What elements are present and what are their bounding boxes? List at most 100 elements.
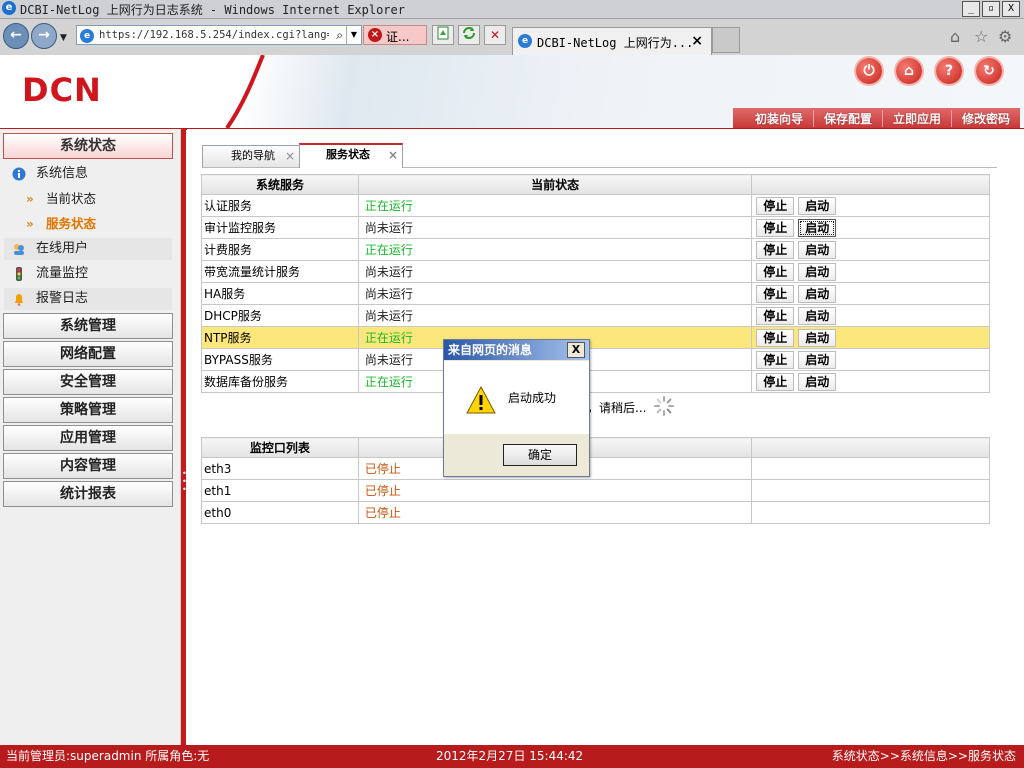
- stop-service-button[interactable]: 停止: [756, 284, 795, 303]
- sidebar-item-traffic-monitor[interactable]: 流量监控: [4, 263, 172, 285]
- arrow-icon: »: [26, 192, 34, 206]
- new-tab-button[interactable]: [712, 27, 740, 53]
- address-dropdown-icon[interactable]: ▼: [346, 26, 361, 44]
- bell-icon: [15, 294, 23, 306]
- sidebar-item-system-info[interactable]: 系统信息: [4, 163, 172, 185]
- minimize-button[interactable]: _: [962, 1, 980, 17]
- sidebar-section-content-management[interactable]: 内容管理: [3, 453, 173, 479]
- certificate-error-button[interactable]: × 证...: [363, 25, 427, 45]
- tab-page-icon: e: [518, 34, 532, 48]
- sidebar-section-security-management[interactable]: 安全管理: [3, 369, 173, 395]
- tab-close-icon[interactable]: ×: [691, 33, 703, 49]
- home-icon[interactable]: ⌂: [896, 58, 922, 84]
- sidebar-item-label: 在线用户: [36, 241, 89, 256]
- sidebar-item-online-users[interactable]: 在线用户: [4, 238, 172, 260]
- maximize-button[interactable]: ▫: [982, 1, 1000, 17]
- dialog-message: 启动成功: [508, 391, 557, 405]
- back-button[interactable]: ←: [3, 23, 29, 49]
- start-service-button[interactable]: 启动: [798, 262, 837, 281]
- stop-service-button[interactable]: 停止: [756, 372, 795, 391]
- service-actions: 停止 启动: [751, 216, 990, 239]
- stop-service-button[interactable]: 停止: [756, 196, 795, 215]
- start-service-button[interactable]: 启动: [798, 306, 837, 325]
- window-titlebar: e DCBI-NetLog 上网行为日志系统 - Windows Interne…: [0, 0, 1024, 19]
- current-admin-text: 当前管理员:superadmin 所属角色:无: [6, 749, 210, 763]
- sidebar-section-statistics-reports[interactable]: 统计报表: [3, 481, 173, 507]
- close-window-button[interactable]: X: [1002, 1, 1020, 17]
- warning-icon: [466, 386, 496, 414]
- start-service-button[interactable]: 启动: [798, 328, 837, 347]
- menu-save-config[interactable]: 保存配置: [812, 109, 882, 127]
- tab-my-navigation[interactable]: 我的导航 ×: [202, 145, 300, 167]
- column-header-interface-extra: [751, 437, 990, 458]
- tab-close-icon[interactable]: ×: [388, 145, 398, 165]
- favorites-icon[interactable]: ☆: [974, 27, 988, 46]
- table-row: eth3 已停止: [201, 457, 990, 480]
- sidebar-section-system-management[interactable]: 系统管理: [3, 313, 173, 339]
- power-icon[interactable]: ⏻: [856, 58, 882, 84]
- search-icon[interactable]: ⌕: [336, 28, 343, 43]
- tab-close-icon[interactable]: ×: [285, 146, 295, 166]
- menu-apply-now[interactable]: 立即应用: [881, 109, 951, 127]
- service-name: DHCP服务: [201, 304, 359, 327]
- stop-service-button[interactable]: 停止: [756, 262, 795, 281]
- sidebar-item-label: 报警日志: [36, 291, 89, 306]
- sidebar-section-network-config[interactable]: 网络配置: [3, 341, 173, 367]
- start-service-button[interactable]: 启动: [798, 218, 837, 237]
- app-statusbar: 当前管理员:superadmin 所属角色:无 2012年2月27日 15:44…: [0, 745, 1024, 768]
- users-icon: [14, 244, 24, 255]
- sidebar-subitem-current-status[interactable]: » 当前状态: [4, 188, 172, 210]
- browser-tab[interactable]: e DCBI-NetLog 上网行为... ×: [512, 27, 712, 55]
- compat-view-button[interactable]: [432, 25, 454, 45]
- menu-change-password[interactable]: 修改密码: [950, 109, 1020, 127]
- address-url[interactable]: https://192.168.5.254/index.cgi?lang=z: [99, 29, 329, 41]
- refresh-icon[interactable]: ↻: [976, 58, 1002, 84]
- stop-service-button[interactable]: 停止: [756, 350, 795, 369]
- address-bar[interactable]: e https://192.168.5.254/index.cgi?lang=z…: [76, 25, 362, 45]
- sidebar-section-policy-management[interactable]: 策略管理: [3, 397, 173, 423]
- service-status: 尚未运行: [357, 304, 753, 327]
- start-service-button[interactable]: 启动: [798, 350, 837, 369]
- table-row: NTP服务 正在运行 停止 启动: [201, 326, 990, 349]
- forward-button[interactable]: →: [31, 23, 57, 49]
- cert-error-icon: ×: [368, 28, 382, 42]
- arrow-icon: »: [26, 217, 34, 231]
- help-icon[interactable]: ?: [936, 58, 962, 84]
- stop-button[interactable]: ✕: [484, 25, 506, 45]
- start-service-button[interactable]: 启动: [798, 196, 837, 215]
- dialog-close-button[interactable]: X: [567, 342, 585, 358]
- column-header-interface: 监控口列表: [201, 437, 359, 458]
- stop-service-button[interactable]: 停止: [756, 306, 795, 325]
- table-row: 认证服务 正在运行 停止 启动: [201, 194, 990, 217]
- start-service-button[interactable]: 启动: [798, 240, 837, 259]
- header-menu: 初装向导 保存配置 立即应用 修改密码: [732, 108, 1020, 128]
- home-toolbar-icon[interactable]: ⌂: [950, 27, 960, 46]
- stop-service-button[interactable]: 停止: [756, 218, 795, 237]
- dialog-ok-button[interactable]: 确定: [503, 444, 577, 466]
- refresh-button[interactable]: [458, 25, 480, 45]
- sidebar: 系统状态 系统信息 » 当前状态 » 服务状态 在线用户 流量监控 报警日志 系…: [0, 129, 181, 745]
- menu-setup-wizard[interactable]: 初装向导: [745, 110, 813, 127]
- stop-service-button[interactable]: 停止: [756, 328, 795, 347]
- splitter-grip-icon[interactable]: • • •: [182, 470, 187, 500]
- sidebar-section-app-management[interactable]: 应用管理: [3, 425, 173, 451]
- main-content: 我的导航 × 服务状态 × 系统服务 当前状态 认证服务 正在运行 停止 启动 审计监控…: [187, 129, 1024, 745]
- sidebar-section-system-status[interactable]: 系统状态: [3, 133, 173, 159]
- start-service-button[interactable]: 启动: [798, 284, 837, 303]
- sidebar-splitter[interactable]: [181, 129, 186, 745]
- dialog-body: 启动成功: [444, 361, 589, 434]
- dialog-titlebar[interactable]: 来自网页的消息 X: [444, 340, 589, 360]
- table-row: DHCP服务 尚未运行 停止 启动: [201, 304, 990, 327]
- tools-gear-icon[interactable]: ⚙: [998, 27, 1012, 46]
- service-actions: 停止 启动: [751, 260, 990, 283]
- start-service-button[interactable]: 启动: [798, 372, 837, 391]
- service-actions: 停止 启动: [751, 326, 990, 349]
- content-tabs: 我的导航 × 服务状态 ×: [202, 143, 997, 168]
- history-dropdown-icon[interactable]: ▼: [60, 33, 67, 43]
- tab-service-status[interactable]: 服务状态 ×: [299, 143, 403, 168]
- sidebar-subitem-service-status[interactable]: » 服务状态: [4, 213, 172, 235]
- stop-service-button[interactable]: 停止: [756, 240, 795, 259]
- sidebar-item-alarm-log[interactable]: 报警日志: [4, 288, 172, 310]
- column-header-actions: [751, 174, 990, 195]
- interface-name: eth3: [201, 457, 359, 480]
